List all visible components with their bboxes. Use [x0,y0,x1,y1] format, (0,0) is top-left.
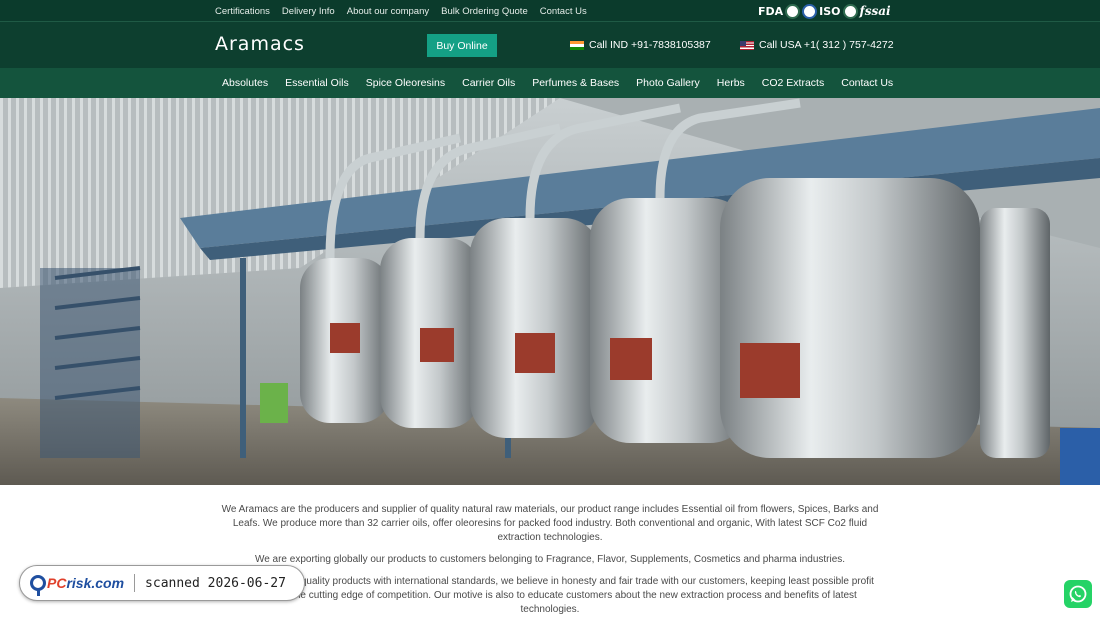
pcrisk-brand: PCrisk.com [47,575,124,591]
site-logo[interactable]: Aramacs [215,33,305,55]
watermark-divider [134,574,136,592]
top-links: Certifications Delivery Info About our c… [215,0,599,22]
top-link-certifications[interactable]: Certifications [215,6,270,17]
usda-seal-icon [842,3,858,19]
us-flag-icon [740,40,754,50]
factory-extraction-illustration [0,98,1100,485]
hero-image [0,98,1100,485]
intro-content: We Aramacs are the producers and supplie… [220,503,880,625]
pcrisk-logo: PCrisk.com [30,575,124,596]
certification-logos: FDA ISO fssai [758,3,891,19]
top-bar: Certifications Delivery Info About our c… [0,0,1100,22]
nav-item-spice-oleoresins[interactable]: Spice Oleoresins [366,77,445,89]
top-link-bulk-quote[interactable]: Bulk Ordering Quote [441,6,528,17]
pcrisk-watermark: PCrisk.com scanned 2026-06-27 [19,565,305,601]
top-link-delivery-info[interactable]: Delivery Info [282,6,335,17]
nav-item-herbs[interactable]: Herbs [717,77,745,89]
nav-item-carrier-oils[interactable]: Carrier Oils [462,77,515,89]
in-flag-icon [570,40,584,50]
call-usa-link[interactable]: Call USA +1( 312 ) 757-4272 [740,39,894,51]
fda-logo: FDA [758,4,784,18]
whatsapp-button[interactable] [1064,580,1092,608]
nav-item-perfumes-bases[interactable]: Perfumes & Bases [532,77,619,89]
halal-seal-icon [802,3,818,19]
top-link-contact-us[interactable]: Contact Us [540,6,587,17]
call-usa-label: Call USA +1( 312 ) 757-4272 [759,39,894,51]
whatsapp-icon [1069,585,1087,603]
top-link-about-company[interactable]: About our company [347,6,429,17]
intro-paragraph-2: We are exporting globally our products t… [254,554,846,565]
call-india-label: Call IND +91-7838105387 [589,39,711,51]
buy-online-button[interactable]: Buy Online [427,34,497,57]
fssai-logo: fssai [859,4,891,18]
intro-paragraph-3: We provide high quality products with in… [226,576,874,615]
intro-paragraph-1: We Aramacs are the producers and supplie… [221,504,879,543]
nav-item-co2-extracts[interactable]: CO2 Extracts [762,77,824,89]
pcrisk-brand-rest: risk.com [66,575,125,591]
iso-logo: ISO [819,4,841,18]
pcrisk-brand-pc: PC [47,575,67,591]
nav-item-absolutes[interactable]: Absolutes [222,77,268,89]
nav-item-photo-gallery[interactable]: Photo Gallery [636,77,700,89]
site-header: Aramacs Buy Online Call IND +91-78381053… [0,22,1100,68]
scan-date: scanned 2026-06-27 [145,575,286,591]
call-india-link[interactable]: Call IND +91-7838105387 [570,39,711,51]
main-nav: Absolutes Essential Oils Spice Oleoresin… [0,68,1100,98]
pcrisk-logo-icon [30,575,46,596]
nav-item-essential-oils[interactable]: Essential Oils [285,77,349,89]
nav-item-contact-us[interactable]: Contact Us [841,77,893,89]
organic-seal-icon [785,3,801,19]
